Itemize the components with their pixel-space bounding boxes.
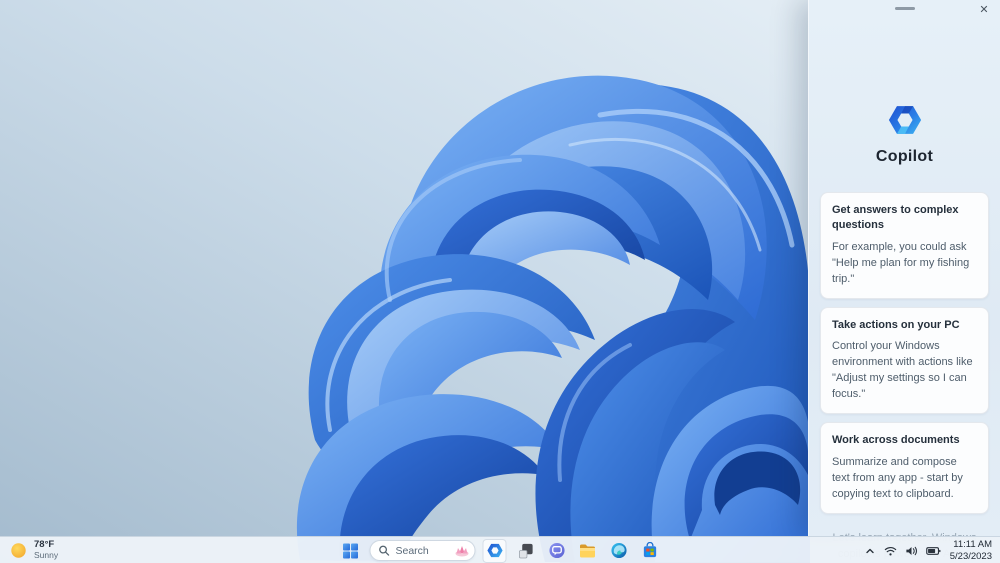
file-explorer-icon xyxy=(580,544,595,557)
tray-time: 11:11 AM xyxy=(953,539,992,551)
close-button[interactable]: ✕ xyxy=(976,2,992,18)
desktop-wallpaper xyxy=(0,0,810,563)
copilot-panel: ✕ Copilot Get answers to complex questio… xyxy=(808,0,1000,560)
card-title: Work across documents xyxy=(832,434,960,447)
copilot-icon xyxy=(486,543,503,558)
windows-logo-icon xyxy=(343,543,358,558)
weather-widget[interactable]: 78°F Sunny xyxy=(10,537,58,563)
chat-icon xyxy=(548,542,565,559)
desktop: ✕ Copilot Get answers to complex questio… xyxy=(0,0,1000,563)
bloom-wallpaper-graphic xyxy=(296,75,810,563)
suggestion-cards: Get answers to complex questions For exa… xyxy=(809,192,1000,514)
weather-condition: Sunny xyxy=(34,550,59,561)
taskbar-app-task-view[interactable] xyxy=(514,539,538,563)
card-body: Control your Windows environment with ac… xyxy=(832,340,973,401)
taskbar-app-edge[interactable] xyxy=(607,539,631,563)
card-body: For example, you could ask "Help me plan… xyxy=(832,240,970,285)
suggestion-card-questions[interactable]: Get answers to complex questions For exa… xyxy=(820,192,989,299)
search-box[interactable] xyxy=(369,540,476,561)
battery-icon[interactable] xyxy=(925,545,941,557)
suggestion-card-actions[interactable]: Take actions on your PC Control your Win… xyxy=(820,306,989,415)
taskbar: 78°F Sunny Search 11:11 AM 5/23/2023 xyxy=(0,536,1000,563)
taskbar-app-chat[interactable] xyxy=(545,539,569,563)
search-icon xyxy=(379,545,390,556)
weather-text: 78°F Sunny xyxy=(34,539,59,561)
taskbar-app-store[interactable] xyxy=(638,539,662,563)
panel-title: Copilot xyxy=(875,148,934,165)
copilot-panel-topbar: ✕ xyxy=(809,0,1000,18)
card-title: Take actions on your PC xyxy=(832,318,960,331)
tray-date: 5/23/2023 xyxy=(949,550,992,562)
card-title: Get answers to complex questions xyxy=(832,204,959,231)
tray-icons xyxy=(864,545,941,557)
copilot-logo-icon xyxy=(888,106,921,134)
start-button[interactable] xyxy=(339,539,363,563)
copilot-branding: Copilot xyxy=(809,102,1000,166)
edge-icon xyxy=(610,542,627,559)
system-tray: 11:11 AM 5/23/2023 xyxy=(864,537,992,563)
volume-icon[interactable] xyxy=(905,545,918,557)
store-icon xyxy=(643,542,656,558)
sun-icon xyxy=(11,543,26,558)
wifi-icon[interactable] xyxy=(884,545,897,557)
chevron-up-icon[interactable] xyxy=(864,545,876,557)
suggestion-card-documents[interactable]: Work across documents Summarize and comp… xyxy=(820,422,989,514)
taskbar-app-file-explorer[interactable] xyxy=(576,539,600,563)
drag-handle[interactable] xyxy=(894,7,915,10)
clock[interactable]: 11:11 AM 5/23/2023 xyxy=(950,539,992,562)
card-body: Summarize and compose text from any app … xyxy=(832,455,963,500)
taskbar-app-copilot[interactable] xyxy=(482,538,507,563)
search-input[interactable] xyxy=(395,544,449,557)
close-icon: ✕ xyxy=(979,4,989,16)
task-view-icon xyxy=(518,543,533,559)
bing-flower-icon xyxy=(455,545,469,556)
taskbar-center xyxy=(339,537,662,563)
